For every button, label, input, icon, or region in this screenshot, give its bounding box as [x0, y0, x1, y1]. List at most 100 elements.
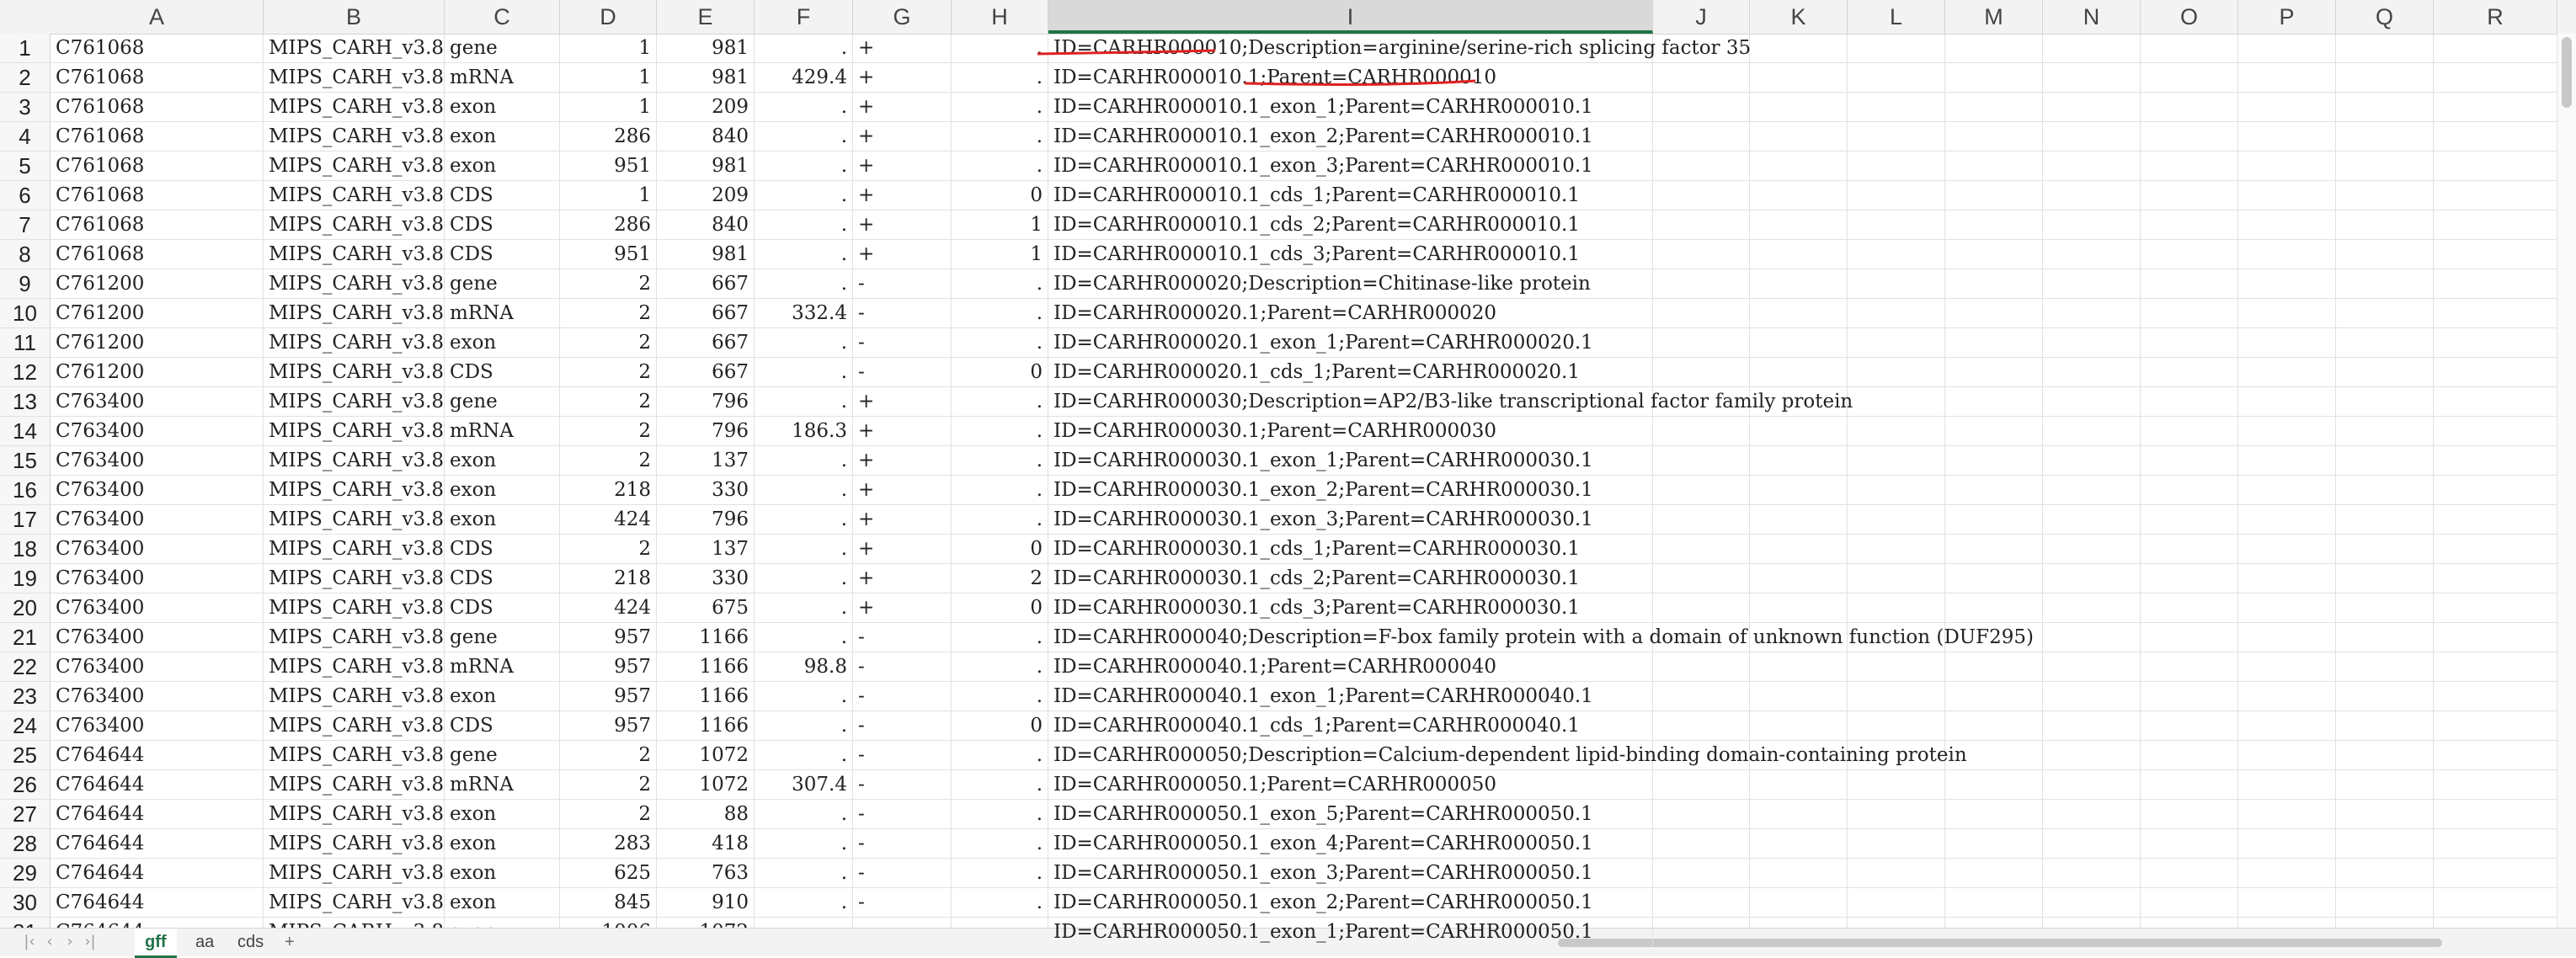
cell-h[interactable]: 0: [952, 181, 1048, 210]
cell-m[interactable]: [1945, 800, 2043, 828]
cell-e[interactable]: 840: [657, 122, 755, 151]
cell-r[interactable]: [2434, 446, 2557, 475]
cell-h[interactable]: .: [952, 800, 1048, 828]
cell-f[interactable]: .: [755, 593, 853, 622]
cell-b[interactable]: MIPS_CARH_v3.8: [264, 299, 445, 327]
cell-m[interactable]: [1945, 711, 2043, 740]
cell-i[interactable]: ID=CARHR000030.1;Parent=CARHR000030: [1048, 417, 1653, 445]
cell-l[interactable]: [1848, 593, 1945, 622]
cell-r[interactable]: [2434, 328, 2557, 357]
cell-n[interactable]: [2043, 210, 2141, 239]
cell-l[interactable]: [1848, 535, 1945, 563]
cell-i[interactable]: ID=CARHR000050.1_exon_4;Parent=CARHR0000…: [1048, 829, 1653, 858]
cell-j[interactable]: [1653, 93, 1750, 121]
cell-l[interactable]: [1848, 34, 1945, 62]
cell-f[interactable]: .: [755, 741, 853, 769]
cell-n[interactable]: [2043, 299, 2141, 327]
cell-a[interactable]: C761068: [51, 152, 264, 180]
cell-b[interactable]: MIPS_CARH_v3.8: [264, 417, 445, 445]
cell-h[interactable]: 0: [952, 358, 1048, 386]
cell-c[interactable]: CDS: [445, 210, 560, 239]
cell-p[interactable]: [2238, 387, 2336, 416]
cell-p[interactable]: [2238, 741, 2336, 769]
cell-c[interactable]: mRNA: [445, 63, 560, 92]
cell-e[interactable]: 418: [657, 829, 755, 858]
cell-n[interactable]: [2043, 122, 2141, 151]
cell-m[interactable]: [1945, 476, 2043, 504]
cell-e[interactable]: 330: [657, 476, 755, 504]
cell-f[interactable]: .: [755, 829, 853, 858]
cell-b[interactable]: MIPS_CARH_v3.8: [264, 564, 445, 593]
cell-c[interactable]: CDS: [445, 564, 560, 593]
last-sheet-icon[interactable]: ›|: [81, 932, 99, 952]
cell-o[interactable]: [2141, 93, 2238, 121]
cell-i[interactable]: ID=CARHR000040;Description=F-box family …: [1048, 623, 2034, 652]
cell-n[interactable]: [2043, 535, 2141, 563]
cell-o[interactable]: [2141, 476, 2238, 504]
cell-c[interactable]: CDS: [445, 593, 560, 622]
cell-n[interactable]: [2043, 446, 2141, 475]
cell-e[interactable]: 330: [657, 564, 755, 593]
cell-m[interactable]: [1945, 93, 2043, 121]
cell-j[interactable]: [1653, 652, 1750, 681]
cell-f[interactable]: 332.4: [755, 299, 853, 327]
cell-h[interactable]: .: [952, 417, 1048, 445]
row-header-25[interactable]: 25: [0, 741, 51, 770]
cell-f[interactable]: .: [755, 535, 853, 563]
cell-i[interactable]: ID=CARHR000030.1_exon_3;Parent=CARHR0000…: [1048, 505, 1653, 534]
cell-n[interactable]: [2043, 682, 2141, 711]
cell-q[interactable]: [2336, 564, 2434, 593]
cell-m[interactable]: [1945, 299, 2043, 327]
cell-a[interactable]: C763400: [51, 417, 264, 445]
row-header-12[interactable]: 12: [0, 358, 51, 387]
sheet-tab-aa[interactable]: aa: [185, 929, 224, 955]
cell-c[interactable]: gene: [445, 623, 560, 652]
cell-c[interactable]: CDS: [445, 535, 560, 563]
cell-n[interactable]: [2043, 770, 2141, 799]
cell-b[interactable]: MIPS_CARH_v3.8: [264, 623, 445, 652]
cell-e[interactable]: 209: [657, 181, 755, 210]
cell-g[interactable]: -: [853, 888, 952, 917]
cell-j[interactable]: [1653, 564, 1750, 593]
cell-c[interactable]: mRNA: [445, 652, 560, 681]
row-header-6[interactable]: 6: [0, 181, 51, 210]
column-header-a[interactable]: A: [51, 0, 264, 34]
cell-p[interactable]: [2238, 829, 2336, 858]
cell-n[interactable]: [2043, 181, 2141, 210]
cell-q[interactable]: [2336, 63, 2434, 92]
cell-n[interactable]: [2043, 269, 2141, 298]
cell-d[interactable]: 1: [560, 34, 657, 62]
cell-f[interactable]: .: [755, 152, 853, 180]
cell-a[interactable]: C763400: [51, 387, 264, 416]
column-header-g[interactable]: G: [853, 0, 952, 34]
cell-r[interactable]: [2434, 387, 2557, 416]
cell-a[interactable]: C761200: [51, 269, 264, 298]
cell-a[interactable]: C763400: [51, 682, 264, 711]
cell-a[interactable]: C761068: [51, 93, 264, 121]
cell-m[interactable]: [1945, 770, 2043, 799]
cell-r[interactable]: [2434, 210, 2557, 239]
cell-b[interactable]: MIPS_CARH_v3.8: [264, 181, 445, 210]
cell-d[interactable]: 286: [560, 122, 657, 151]
cell-b[interactable]: MIPS_CARH_v3.8: [264, 152, 445, 180]
cell-l[interactable]: [1848, 269, 1945, 298]
cell-o[interactable]: [2141, 387, 2238, 416]
cell-r[interactable]: [2434, 152, 2557, 180]
row-header-2[interactable]: 2: [0, 63, 51, 93]
cell-p[interactable]: [2238, 652, 2336, 681]
cell-b[interactable]: MIPS_CARH_v3.8: [264, 682, 445, 711]
cell-i[interactable]: ID=CARHR000010.1_exon_2;Parent=CARHR0000…: [1048, 122, 1653, 151]
cell-e[interactable]: 981: [657, 34, 755, 62]
cell-n[interactable]: [2043, 859, 2141, 887]
cell-d[interactable]: 2: [560, 535, 657, 563]
cell-r[interactable]: [2434, 652, 2557, 681]
cell-r[interactable]: [2434, 417, 2557, 445]
cell-k[interactable]: [1750, 859, 1848, 887]
cell-p[interactable]: [2238, 682, 2336, 711]
cell-r[interactable]: [2434, 122, 2557, 151]
cell-o[interactable]: [2141, 63, 2238, 92]
cell-c[interactable]: exon: [445, 152, 560, 180]
row-header-28[interactable]: 28: [0, 829, 51, 859]
cell-o[interactable]: [2141, 770, 2238, 799]
cell-i[interactable]: ID=CARHR000020;Description=Chitinase-lik…: [1048, 269, 1653, 298]
